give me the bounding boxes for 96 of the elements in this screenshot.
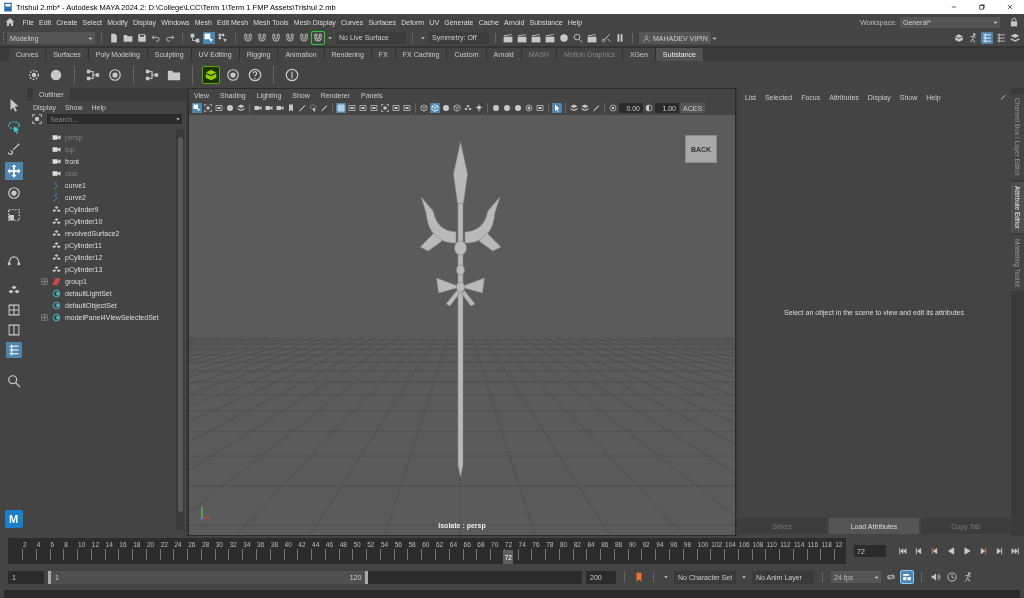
axis-icon xyxy=(199,505,211,521)
square-icon[interactable] xyxy=(347,103,357,113)
select-object-icon[interactable] xyxy=(203,32,215,44)
person-icon xyxy=(642,33,651,43)
layers-icon[interactable] xyxy=(236,103,246,113)
frame-icon[interactable] xyxy=(31,113,43,125)
clapperboard-icon[interactable] xyxy=(586,32,598,44)
layered-box-icon[interactable] xyxy=(953,32,965,44)
diamond-cluster-icon xyxy=(51,215,62,227)
trident-drawing[interactable] xyxy=(419,141,502,478)
caret-icon[interactable] xyxy=(419,34,427,42)
help-icon[interactable] xyxy=(247,66,263,83)
caret-icon[interactable] xyxy=(326,34,334,42)
speaker-icon[interactable] xyxy=(930,571,942,583)
clapperboard-icon[interactable] xyxy=(530,32,542,44)
lasso-icon[interactable] xyxy=(308,103,318,113)
aperture-icon[interactable] xyxy=(608,103,618,113)
select-object-icon[interactable] xyxy=(192,103,202,113)
pen-icon[interactable] xyxy=(319,103,329,113)
diamond-cluster-icon xyxy=(51,227,62,239)
sphere-icon[interactable] xyxy=(502,103,512,113)
info-icon[interactable] xyxy=(284,66,300,83)
running-figure-icon[interactable] xyxy=(962,571,974,583)
select-arrow-icon[interactable] xyxy=(552,103,562,113)
rotate-icon[interactable] xyxy=(524,103,534,113)
diamond-cluster-icon xyxy=(51,263,62,275)
layers-icon[interactable] xyxy=(580,103,590,113)
square-icon[interactable] xyxy=(391,103,401,113)
square-icon[interactable] xyxy=(369,103,379,113)
magnet-icon[interactable] xyxy=(284,32,296,44)
four-pane-layout-icon[interactable] xyxy=(5,302,22,318)
camera-icon[interactable] xyxy=(264,103,274,113)
diamond-cluster-icon xyxy=(51,251,62,263)
cube-icon[interactable] xyxy=(419,103,429,113)
clapperboard-icon[interactable] xyxy=(502,32,514,44)
app-logo[interactable]: M xyxy=(4,510,23,528)
sphere-icon[interactable] xyxy=(441,103,451,113)
caret-icon[interactable] xyxy=(662,573,670,581)
lock-icon[interactable] xyxy=(1008,16,1020,28)
two-pane-layout-icon[interactable] xyxy=(5,322,22,338)
magnet-icon[interactable] xyxy=(256,32,268,44)
command-line-field[interactable] xyxy=(4,588,1020,598)
magnet-icon[interactable] xyxy=(242,32,254,44)
move-icon[interactable] xyxy=(4,162,23,180)
magnet-icon[interactable] xyxy=(298,32,310,44)
diamond-cluster-icon xyxy=(51,203,62,215)
diamond-cluster-icon xyxy=(51,239,62,251)
sphere-icon[interactable] xyxy=(513,103,523,113)
undo-icon[interactable] xyxy=(150,32,162,44)
magnet-icon[interactable] xyxy=(270,32,282,44)
frame-icon[interactable] xyxy=(380,103,390,113)
square-icon[interactable] xyxy=(358,103,368,113)
square-icon[interactable] xyxy=(402,103,412,113)
scissors-icon[interactable] xyxy=(600,32,612,44)
clapperboard-icon[interactable] xyxy=(544,32,556,44)
list-layout-icon[interactable] xyxy=(995,32,1007,44)
select-component-icon[interactable] xyxy=(217,32,229,44)
bookmark-icon[interactable] xyxy=(286,103,296,113)
camera-icon[interactable] xyxy=(253,103,263,113)
layers-icon[interactable] xyxy=(1009,32,1021,44)
square-icon[interactable] xyxy=(535,103,545,113)
folder-icon[interactable] xyxy=(122,32,134,44)
sphere-icon[interactable] xyxy=(225,103,235,113)
pen-icon[interactable] xyxy=(999,93,1007,101)
diamond-cluster-icon[interactable] xyxy=(463,103,473,113)
save-icon[interactable] xyxy=(136,32,148,44)
pen-icon[interactable] xyxy=(591,103,601,113)
select-hierarchy-icon[interactable] xyxy=(189,32,201,44)
cube-icon[interactable] xyxy=(452,103,462,113)
rotate-icon[interactable] xyxy=(107,66,123,83)
sphere-icon[interactable] xyxy=(491,103,501,113)
running-figure-icon[interactable] xyxy=(967,32,979,44)
half-circle-icon[interactable] xyxy=(644,103,654,113)
caret-icon[interactable] xyxy=(740,573,748,581)
square-icon[interactable] xyxy=(214,103,224,113)
pen-icon[interactable] xyxy=(297,103,307,113)
layers-icon[interactable] xyxy=(569,103,579,113)
rotate-icon[interactable] xyxy=(225,66,241,83)
home-icon[interactable] xyxy=(4,16,16,28)
grid-icon[interactable] xyxy=(336,103,346,113)
clock-icon[interactable] xyxy=(946,571,958,583)
parallelogram-icon xyxy=(51,275,62,287)
list-layout-icon[interactable] xyxy=(5,342,22,358)
layered-box-icon[interactable] xyxy=(203,66,219,83)
file-icon[interactable] xyxy=(108,32,120,44)
sphere-icon[interactable] xyxy=(558,32,570,44)
search-icon[interactable] xyxy=(572,32,584,44)
magnet-icon[interactable] xyxy=(312,32,324,44)
caret-icon xyxy=(174,115,182,123)
scrollbar[interactable] xyxy=(176,129,184,530)
loop-icon[interactable] xyxy=(885,571,897,583)
clapperboard-icon[interactable] xyxy=(516,32,528,44)
frame-icon[interactable] xyxy=(203,103,213,113)
light-icon[interactable] xyxy=(474,103,484,113)
redo-icon[interactable] xyxy=(164,32,176,44)
camera-icon[interactable] xyxy=(275,103,285,113)
